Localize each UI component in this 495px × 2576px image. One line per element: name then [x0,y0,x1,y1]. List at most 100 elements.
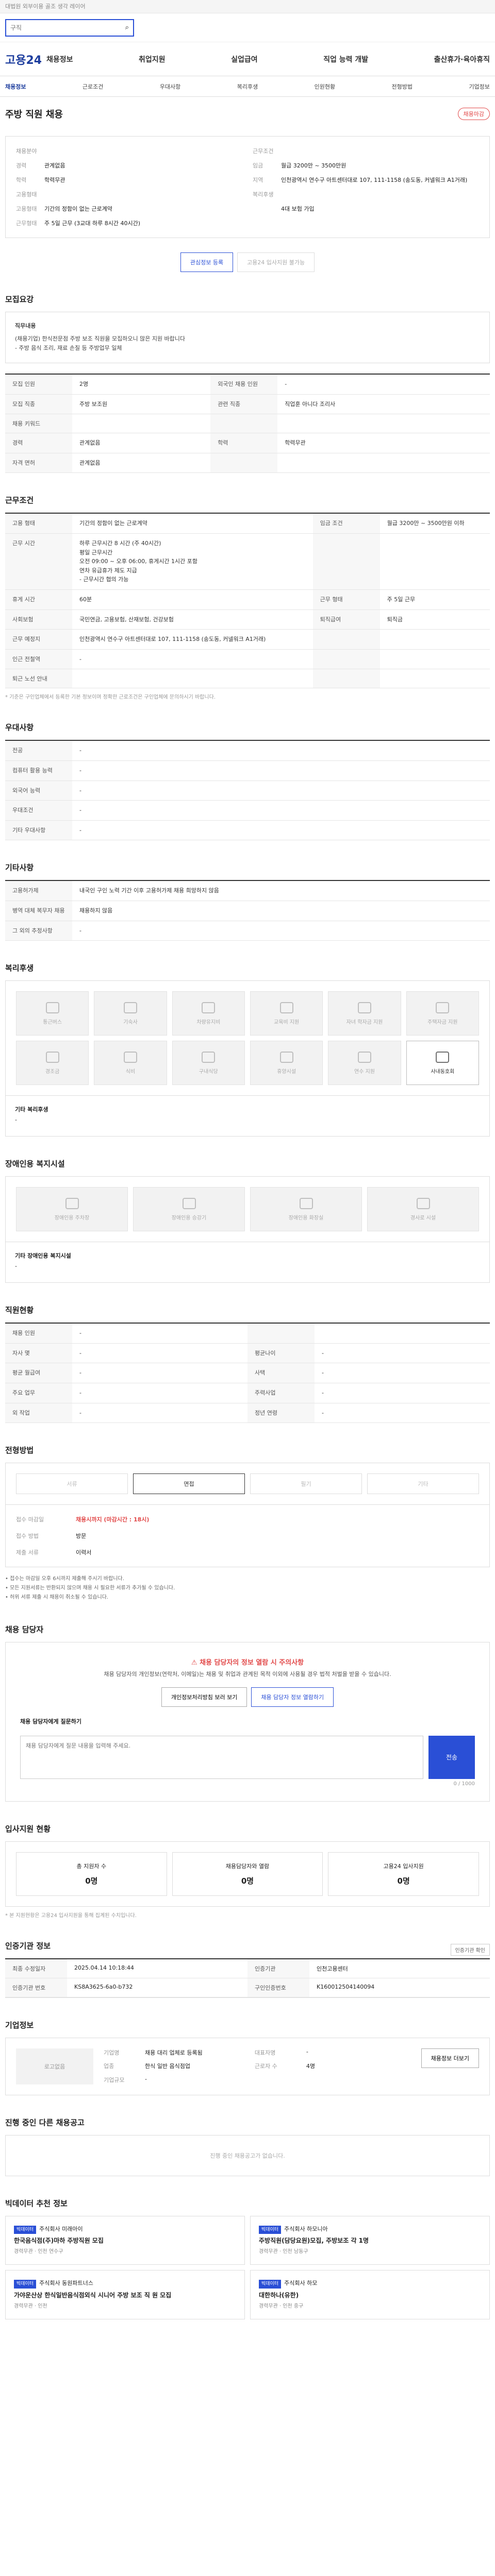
search-icon[interactable]: ⌕ [125,24,129,31]
gnb-item-leave[interactable]: 출산휴가·육아휴직 [434,54,490,64]
tab-recruit[interactable]: 채용정보 [5,82,26,91]
gnb-item-training[interactable]: 직업 능력 개발 [323,54,368,64]
row-value [380,649,490,670]
table-row: 기타 우대사항 - [5,820,490,841]
company-key: 기업명 [104,2049,120,2056]
row-key: 모집 직종 [5,394,72,415]
job-description: 직무내용 (채용기업) 한식전문점 주방 보조 직원을 모집하오니 많은 지원 … [5,312,490,364]
cert-link[interactable]: 인증기관 확인 [450,1943,490,1956]
rec-title[interactable]: 주방직원(담당요원)모집, 주방보조 각 1명 [259,2236,481,2246]
welfare-etc-title: 기타 복리후생 [15,1106,48,1113]
view-manager-button[interactable]: 채용 담당자 정보 열람하기 [251,1687,334,1707]
apply-stats: 총 지원자 수 0명 채용담당자와 열람 0명 고용24 입사지원 0명 [5,1841,490,1907]
more-jobs-button[interactable]: 채용정보 더보기 [421,2048,479,2068]
row-value: - [315,1343,490,1364]
section-welfare: 복리후생 통근버스 기숙사 차량유지비 교육비 지원 자녀 학자금 지원 주택자금 지원 경… [0,962,495,1137]
row-value: - [315,1403,490,1423]
privacy-policy-button[interactable]: 개인정보처리방침 보러 보기 [161,1687,248,1707]
tab-company[interactable]: 기업정보 [469,82,489,91]
welfare-item: 주택자금 지원 [406,991,479,1036]
apply-button[interactable]: 고용24 입사지원 불가능 [237,252,315,272]
welfare-icon [202,1002,216,1013]
question-textarea[interactable] [20,1735,423,1779]
search-box[interactable]: ⌕ [5,19,134,37]
summary-item: 채용분야 [16,147,242,155]
table-row: 외국어 능력 - [5,781,490,801]
tab-selection[interactable]: 전형방법 [392,82,412,91]
rec-title[interactable]: 대한하나(유한) [259,2291,481,2300]
row-key: 주요 업무 [5,1383,72,1403]
section-conditions: 근무조건 고용 형태 기간의 정함이 없는 근로계약 임금 조건 월급 3200만 ~… [0,495,495,700]
gnb-item-benefit[interactable]: 실업급여 [231,54,258,64]
rec-company-row: 빅데이터 주식회사 하모니아 [259,2225,481,2234]
welfare-label: 사내동호회 [431,1069,455,1075]
summary-item: 고용형태 [16,190,242,198]
welfare-etc-value: - [15,1116,17,1124]
rec-title[interactable]: 한국음식점(주)마하 주방직원 모집 [14,2236,236,2246]
summary-value: 관계없음 [44,162,65,169]
recommend-card[interactable]: 빅데이터 주식회사 하모 대한하나(유한) 경력무관 · 인천 중구 [250,2270,490,2319]
row-key: 퇴직급여 [312,609,380,630]
summary-item: 학력 학력무관 [16,176,242,184]
row-key [312,669,380,689]
recommend-card[interactable]: 빅데이터 주식회사 하모니아 주방직원(담당요원)모집, 주방보조 각 1명 경력무관… [250,2215,490,2265]
table-row: 모집 인원 2명 외국인 채용 인원 - [5,374,490,395]
row-key: 주력사업 [248,1383,315,1403]
section-title: 장애인용 복지시설 [5,1159,65,1169]
gnb-item-employment[interactable]: 취업지원 [139,54,166,64]
company-box: 로고없음 기업명 채용 대리 업체로 등록됨 대표자명 - 업종 한식 일반 음식점업 근로… [5,2037,490,2095]
disabled-label: 장애인용 승강기 [171,1215,207,1221]
row-value: 퇴직금 [380,609,490,630]
recommend-card[interactable]: 빅데이터 주식회사 동원파트너스 가야운산상 한식일반음식점외식 시니어 주방 보조… [5,2270,245,2319]
rec-title[interactable]: 가야운산상 한식일반음식점외식 시니어 주방 보조 직 원 모집 [14,2291,236,2300]
section-title: 빅데이터 추천 정보 [5,2198,68,2208]
rec-company-row: 빅데이터 주식회사 하모 [259,2279,481,2289]
summary-item: 지역 인천광역시 연수구 아트센터대로 107, 111-1158 (송도동, 커… [253,176,479,184]
row-value [380,669,490,689]
char-counter: 0 / 1000 [453,1781,475,1787]
site-logo[interactable]: 고용24 [0,51,46,67]
tab-conditions[interactable]: 근로조건 [82,82,103,91]
rec-company: 주식회사 동원파트너스 [39,2280,93,2287]
row-key: 기타 우대사항 [5,820,72,841]
welfare-item: 구내식당 [172,1041,245,1086]
row-key [248,1323,315,1344]
tab-staff[interactable]: 인원현황 [315,82,335,91]
summary-key: 채용분야 [16,148,37,155]
interest-button[interactable]: 관심정보 등록 [180,252,234,272]
search-input[interactable] [10,24,113,31]
table-row: 휴게 시간 60분 근무 형태 주 5일 근무 [5,589,490,610]
recommend-list: 빅데이터 주식회사 미래아이 한국음식점(주)마하 주방직원 모집 경력무관 · 인천… [5,2215,490,2319]
welfare-label: 휴양시설 [277,1069,296,1075]
welfare-item: 식비 [94,1041,167,1086]
table-row: 컴퓨터 활용 능력 - [5,760,490,781]
send-button[interactable]: 전송 [428,1735,475,1779]
row-value: 기간의 정함이 없는 근로계약 [72,513,313,534]
company-key: 기업규모 [104,2077,125,2084]
tab-preference[interactable]: 우대사항 [160,82,180,91]
warning-desc: 채용 담당자의 개인정보(연락처, 이메일)는 채용 및 취업과 관계된 목적 … [104,1671,391,1678]
section-selection: 전형방법 서류 면접 필기 기타 접수 마감일 채용시까지 (마감시간 : 18시) 접수… [0,1445,495,1602]
summary-key: 지역 [253,177,263,183]
apply-key: 접수 마감일 [16,1516,44,1523]
section-tabs: 채용정보 근로조건 우대사항 복리후생 인원현황 전형방법 기업정보 [0,76,495,97]
recommend-card[interactable]: 빅데이터 주식회사 미래아이 한국음식점(주)마하 주방직원 모집 경력무관 · 인천… [5,2215,245,2265]
table-row: 모집 직종 주방 보조원 관련 직종 직업훈 아니다 조리사 [5,394,490,415]
company-value: - [145,2076,147,2083]
gnb-item-jobs[interactable]: 채용정보 [46,54,73,64]
row-key: 외국인 채용 인원 [210,374,278,395]
stat-label: 채용담당자와 열람 [225,1862,270,1870]
apply-key: 제출 서류 [16,1549,39,1556]
row-value: - [72,820,490,841]
table-row: 전공 - [5,740,490,761]
row-value: - [72,760,490,781]
summary-item [253,219,479,227]
rec-company: 주식회사 하모니아 [284,2225,328,2232]
company-logo: 로고없음 [16,2048,93,2084]
table-row: 근무 시간 하루 근무시간 8 시간 (주 40시간) 평일 근무시간 오전 09… [5,533,490,590]
tab-welfare[interactable]: 복리후생 [237,82,258,91]
section-title: 모집요강 [5,295,34,304]
section-title: 입사지원 현황 [5,1824,51,1834]
selection-step: 기타 [367,1473,479,1495]
